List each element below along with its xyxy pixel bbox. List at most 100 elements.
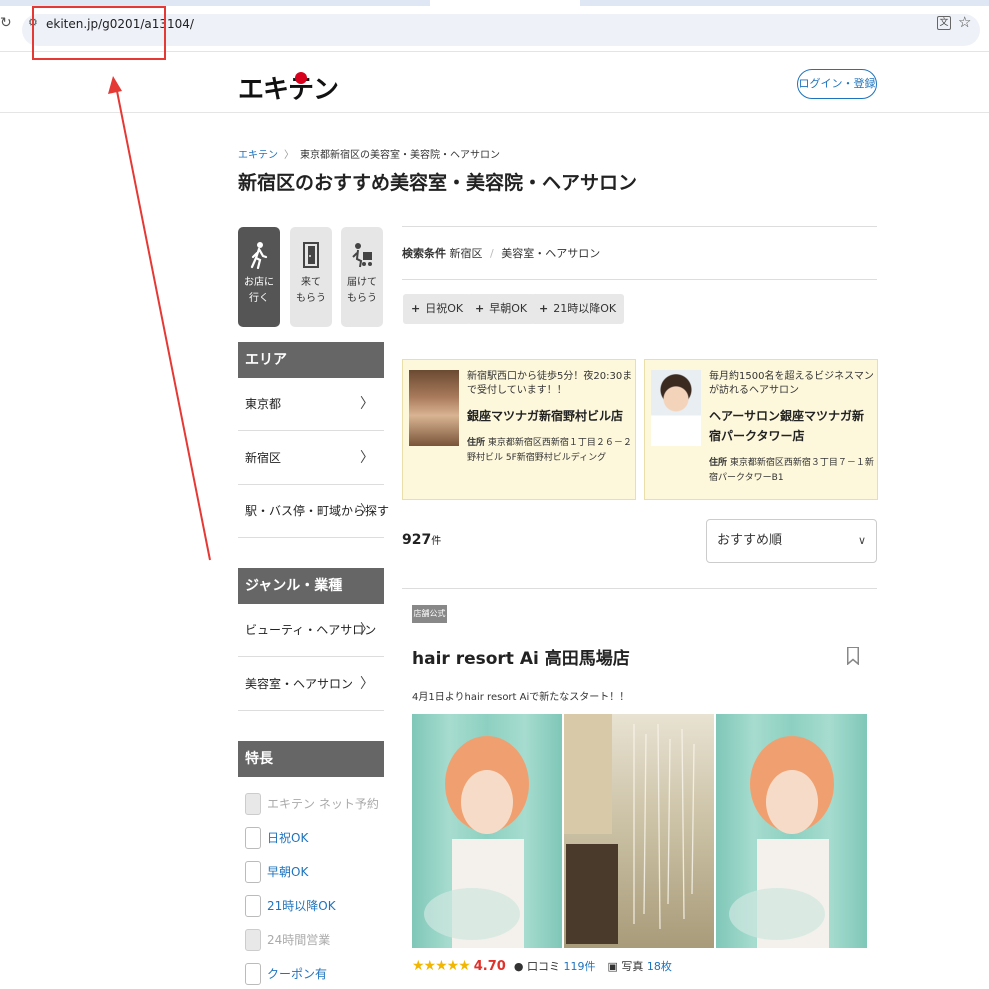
translate-icon[interactable]: 文 [937,16,951,30]
mode-label-line2: 行く [249,293,269,304]
divider [402,588,877,589]
result-count-number: 927 [402,532,432,548]
filter-chip-holiday[interactable]: + 日祝OK [403,294,472,324]
ad-lead-text: 毎月約1500名を超えるビジネスマンが訪れるヘアサロン [709,371,874,396]
sort-selected-value: おすすめ順 [717,533,783,548]
chip-label: 日祝OK [425,302,464,315]
photo-label: ▣ 写真 [607,960,644,973]
stylist-photo [651,370,701,446]
chip-label: 早朝OK [489,302,528,315]
plus-icon: + [475,302,485,315]
walking-person-icon [247,241,271,270]
filter-chip-after-21[interactable]: +21時以降OK [531,294,625,324]
chevron-right-icon: 〉 [360,622,374,638]
address-text: 東京都新宿区西新宿１丁目２６－２ 野村ビル 5F新宿野村ビルディング [467,438,632,463]
sidebar-item-hair-salon[interactable]: 美容室・ヘアサロン〉 [238,658,384,711]
photo-count-link[interactable]: 18枚 [647,960,672,973]
chevron-right-icon: 〉 [360,503,374,519]
mode-label-line1: お店に [244,277,274,288]
checkbox-label[interactable]: クーポン有 [267,965,327,982]
breadcrumb-current: 東京都新宿区の美容室・美容院・ヘアサロン [300,150,500,161]
url-highlight-box [32,6,166,60]
search-conditions: 検索条件 新宿区 / 美容室・ヘアサロン [402,245,600,261]
result-count-unit: 件 [431,536,442,547]
mode-label-line2: もらう [347,293,377,304]
checkbox [245,929,261,951]
page-title: 新宿区のおすすめ美容室・美容院・ヘアサロン [238,172,638,194]
chevron-right-icon: 〉 [360,676,374,692]
shop-name-link[interactable]: hair resort Ai 高田馬場店 [412,644,630,669]
sidebar-genre-heading: ジャンル・業種 [238,568,384,604]
filter-chip-early[interactable]: + 早朝OK [467,294,536,324]
login-button[interactable]: ログイン・登録 [797,69,877,99]
review-label: ● 口コミ [513,960,560,973]
logo-pin-icon [295,72,307,84]
condition-separator: / [490,247,494,260]
sidebar-area-heading: エリア [238,342,384,378]
rating-stars-icon: ★★★★★ [412,958,471,974]
breadcrumb-separator-icon: 〉 [284,150,294,161]
shop-photo-model-right[interactable] [716,714,867,948]
condition-genre: 美容室・ヘアサロン [501,247,601,260]
ad-shop-name[interactable]: 銀座マツナガ新宿野村ビル店 [467,406,633,426]
ad-card[interactable]: 毎月約1500名を超えるビジネスマンが訪れるヘアサロン ヘアーサロン銀座マツナガ… [644,359,878,500]
chevron-down-icon: ∨ [857,534,866,547]
chip-label: 21時以降OK [553,302,617,315]
checkbox[interactable] [245,895,261,917]
checkbox[interactable] [245,963,261,985]
ad-address: 住所 東京都新宿区西新宿１丁目２６－２ 野村ビル 5F新宿野村ビルディング [467,436,633,466]
rating-score: 4.70 [473,959,506,974]
review-count-link[interactable]: 119件 [563,960,595,973]
checkbox-label[interactable]: 早朝OK [267,863,308,880]
delivery-person-icon [350,241,374,269]
checkbox-label: 24時間営業 [267,933,331,947]
shop-photo-model-left[interactable] [412,714,562,948]
sidebar-item-shinjuku[interactable]: 新宿区 〉 [238,432,384,485]
photo-label-text: 写真 [621,960,644,973]
ad-lead-text: 新宿駅西口から徒歩5分！夜20:30まで受付しています！！ [467,371,633,396]
door-icon [299,241,323,269]
address-text: 東京都新宿区西新宿３丁目７－１新宿パークタワーB1 [709,458,874,483]
sidebar-item-label: 東京都 [245,397,282,411]
ad-shop-name[interactable]: ヘアーサロン銀座マツナガ新宿パークタワー店 [709,406,875,446]
checkbox[interactable] [245,861,261,883]
shop-photo-chandelier[interactable] [564,714,714,948]
sort-select[interactable]: おすすめ順 ∨ [706,519,877,563]
ad-card[interactable]: 新宿駅西口から徒歩5分！夜20:30まで受付しています！！ 銀座マツナガ新宿野村… [402,359,636,500]
checkbox-label: エキテン ネット予約 [267,797,379,811]
plus-icon: + [411,302,421,315]
chevron-right-icon: 〉 [360,450,374,466]
mode-delivery-button[interactable]: 届けて もらう [341,227,383,327]
plus-icon: + [539,302,549,315]
ad-address: 住所 東京都新宿区西新宿３丁目７－１新宿パークタワーB1 [709,456,875,486]
checkbox [245,793,261,815]
shop-catchphrase: 4月1日よりhair resort Aiで新たなスタート！！ [412,692,630,703]
address-label: 住所 [709,458,728,468]
breadcrumb-home[interactable]: エキテン [238,150,278,161]
sidebar-item-tokyo[interactable]: 東京都 〉 [238,378,384,431]
address-label: 住所 [467,438,486,448]
condition-area: 新宿区 [449,247,483,260]
mode-label-line1: 届けて [347,277,377,288]
review-label-text: 口コミ [526,960,560,973]
breadcrumb: エキテン〉東京都新宿区の美容室・美容院・ヘアサロン [238,146,500,161]
salon-interior-photo [409,370,459,446]
mode-come-to-me-button[interactable]: 来て もらう [290,227,332,327]
bookmark-star-icon[interactable]: ☆ [958,13,971,31]
divider [402,226,877,227]
reload-icon[interactable]: ↻ [0,15,12,31]
sidebar-item-station-search[interactable]: 駅・バス停・町域から探す〉 [238,485,389,538]
sidebar-item-beauty[interactable]: ビューティ・ヘアサロン〉 [238,604,384,657]
mode-go-to-shop-button[interactable]: お店に 行く [238,227,280,327]
result-count: 927件 [402,532,441,548]
sidebar-item-label: 美容室・ヘアサロン [245,677,354,691]
sidebar-item-label: ビューティ・ヘアサロン [245,623,377,637]
mode-label-line2: もらう [296,293,326,304]
shop-rating-row: ★★★★★ 4.70 ● 口コミ 119件 ▣ 写真 18枚 [412,958,684,978]
checkbox[interactable] [245,827,261,849]
checkbox-label[interactable]: 21時以降OK [267,897,336,914]
bookmark-icon[interactable] [846,647,859,665]
site-logo[interactable]: エキテン [238,69,339,106]
checkbox-label[interactable]: 日祝OK [267,829,308,846]
conditions-label: 検索条件 [402,247,446,260]
